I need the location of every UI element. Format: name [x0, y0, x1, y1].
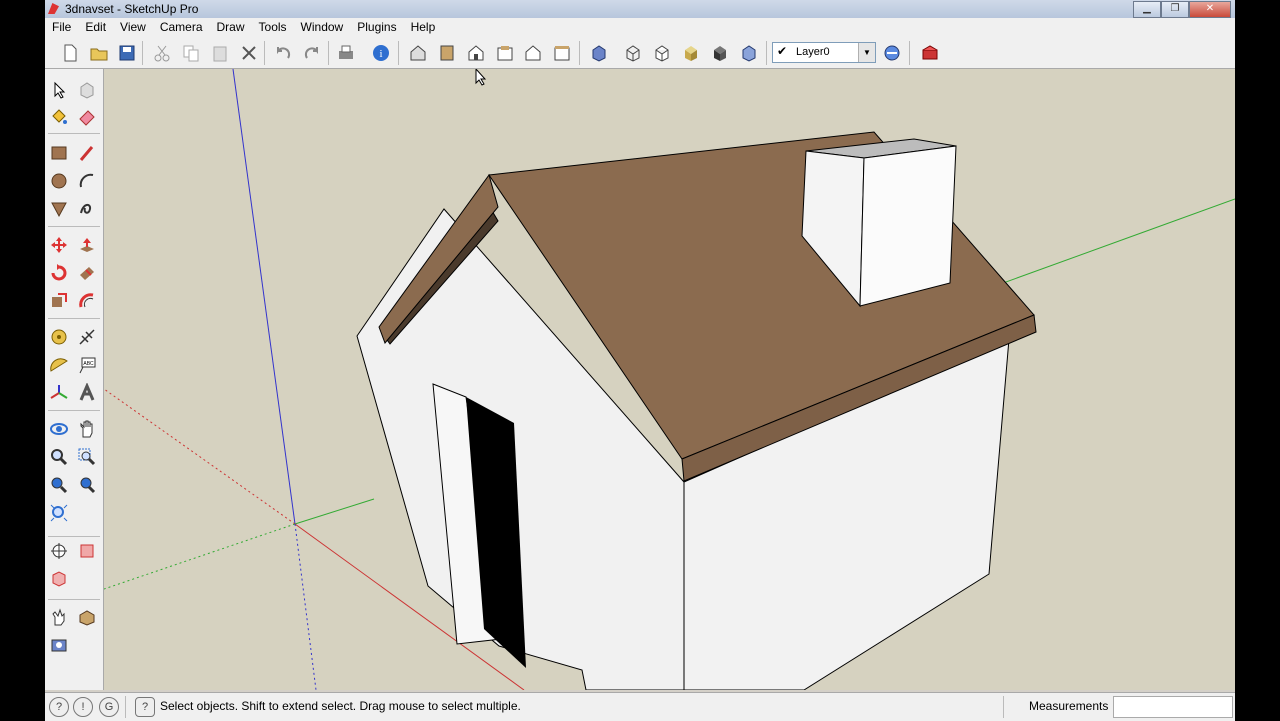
- minimize-button[interactable]: ▁: [1133, 1, 1161, 18]
- iso-view-icon[interactable]: [407, 42, 429, 64]
- erase-icon[interactable]: [238, 42, 260, 64]
- front-view-icon[interactable]: [465, 42, 487, 64]
- redo-icon[interactable]: [301, 42, 323, 64]
- menu-tools[interactable]: Tools: [252, 18, 294, 37]
- layer-select[interactable]: ✔ Layer0 ▼: [772, 42, 876, 63]
- credits-icon[interactable]: !: [73, 697, 93, 717]
- status-bar: ? ! G ? Select objects. Shift to extend …: [45, 692, 1235, 721]
- hidden-line-icon[interactable]: [651, 42, 673, 64]
- left-view-icon[interactable]: [551, 42, 573, 64]
- undo-icon[interactable]: [272, 42, 294, 64]
- 3d-viewport[interactable]: [104, 69, 1235, 690]
- look-around-icon[interactable]: [76, 540, 98, 562]
- wireframe-icon[interactable]: [622, 42, 644, 64]
- right-view-icon[interactable]: [494, 42, 516, 64]
- status-message: Select objects. Shift to extend select. …: [160, 699, 521, 713]
- protractor-icon[interactable]: [48, 354, 70, 376]
- layer-visible-checkmark: ✔: [777, 44, 788, 58]
- instructor-help-icon[interactable]: ?: [135, 697, 155, 717]
- sketchup-logo-icon: [48, 3, 59, 14]
- warehouse-icon[interactable]: [919, 42, 941, 64]
- measurements-input[interactable]: [1113, 696, 1233, 718]
- layer-name: Layer0: [796, 46, 830, 58]
- window-title: 3dnavset - SketchUp Pro: [65, 2, 199, 16]
- text-icon[interactable]: ABC: [76, 354, 98, 376]
- tape-measure-icon[interactable]: [48, 326, 70, 348]
- svg-text:i: i: [379, 48, 382, 60]
- component-icon[interactable]: [76, 79, 98, 101]
- offset-icon[interactable]: [76, 290, 98, 312]
- top-view-icon[interactable]: [436, 42, 458, 64]
- svg-text:ABC: ABC: [83, 361, 94, 367]
- push-pull-icon[interactable]: [76, 234, 98, 256]
- shaded-icon[interactable]: [680, 42, 702, 64]
- zoom-extents-icon[interactable]: [48, 474, 70, 496]
- zoom-window-icon[interactable]: [76, 446, 98, 468]
- eraser-icon[interactable]: [76, 106, 98, 128]
- rotate-icon[interactable]: [48, 262, 70, 284]
- menu-bar: File Edit View Camera Draw Tools Window …: [45, 18, 1235, 38]
- measurements-label: Measurements: [1029, 699, 1109, 713]
- polygon-icon[interactable]: [48, 198, 70, 220]
- window-controls: ▁ ❐ ✕: [1133, 1, 1231, 18]
- photo-icon[interactable]: [48, 634, 70, 656]
- line-icon[interactable]: [76, 142, 98, 164]
- menu-draw[interactable]: Draw: [210, 18, 252, 37]
- menu-plugins[interactable]: Plugins: [350, 18, 403, 37]
- section-plane-icon[interactable]: [48, 568, 70, 590]
- title-bar: 3dnavset - SketchUp Pro ▁ ❐ ✕: [45, 0, 1235, 19]
- open-icon[interactable]: [88, 42, 110, 64]
- new-icon[interactable]: [59, 42, 81, 64]
- menu-file[interactable]: File: [45, 18, 78, 37]
- axes-icon[interactable]: [48, 382, 70, 404]
- print-icon[interactable]: [335, 42, 357, 64]
- monochrome-icon[interactable]: [738, 42, 760, 64]
- paste-icon[interactable]: [209, 42, 231, 64]
- select-icon[interactable]: [48, 79, 70, 101]
- back-view-icon[interactable]: [522, 42, 544, 64]
- menu-view[interactable]: View: [113, 18, 153, 37]
- menu-help[interactable]: Help: [404, 18, 443, 37]
- tool-palette: ABC: [45, 69, 104, 690]
- walk-icon[interactable]: [48, 606, 70, 628]
- scale-icon[interactable]: [48, 290, 70, 312]
- freehand-icon[interactable]: [76, 198, 98, 220]
- model-info-icon[interactable]: i: [370, 42, 392, 64]
- save-icon[interactable]: [116, 42, 138, 64]
- sketchup-window: 3dnavset - SketchUp Pro ▁ ❐ ✕ File Edit …: [45, 0, 1235, 721]
- main-toolbar: i ✔ Layer0 ▼: [45, 37, 1235, 69]
- cut-icon[interactable]: [151, 42, 173, 64]
- restore-button[interactable]: ❐: [1161, 1, 1189, 18]
- georeference-icon[interactable]: ?: [49, 697, 69, 717]
- layer-manager-icon[interactable]: [881, 42, 903, 64]
- xray-icon[interactable]: [588, 42, 610, 64]
- menu-edit[interactable]: Edit: [78, 18, 113, 37]
- close-button[interactable]: ✕: [1189, 1, 1231, 18]
- paint-bucket-icon[interactable]: [48, 106, 70, 128]
- position-camera-icon[interactable]: [48, 540, 70, 562]
- previous-view-icon[interactable]: [76, 474, 98, 496]
- move-icon[interactable]: [48, 234, 70, 256]
- model-scene: [104, 69, 1235, 690]
- 3d-text-icon[interactable]: [76, 382, 98, 404]
- chimney: [859, 145, 957, 307]
- zoom-icon[interactable]: [48, 446, 70, 468]
- dimension-icon[interactable]: [76, 326, 98, 348]
- shaded-textures-icon[interactable]: [709, 42, 731, 64]
- menu-window[interactable]: Window: [294, 18, 351, 37]
- circle-icon[interactable]: [48, 170, 70, 192]
- pan-icon[interactable]: [76, 418, 98, 440]
- arc-icon[interactable]: [76, 170, 98, 192]
- follow-me-icon[interactable]: [76, 262, 98, 284]
- rectangle-icon[interactable]: [48, 142, 70, 164]
- next-view-icon[interactable]: [48, 502, 70, 524]
- chevron-down-icon[interactable]: ▼: [858, 43, 875, 62]
- google-signin-icon[interactable]: G: [99, 697, 119, 717]
- menu-camera[interactable]: Camera: [153, 18, 210, 37]
- orbit-icon[interactable]: [48, 418, 70, 440]
- sandbox-icon[interactable]: [76, 606, 98, 628]
- copy-icon[interactable]: [180, 42, 202, 64]
